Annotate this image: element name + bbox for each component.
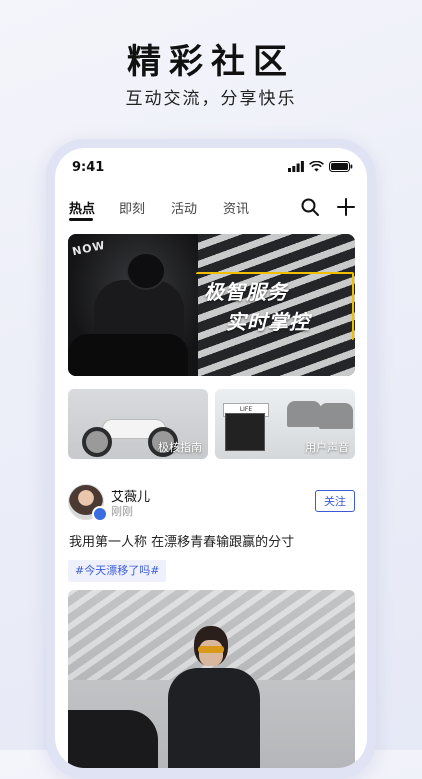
search-icon[interactable] [299, 196, 321, 218]
store-display [225, 413, 265, 451]
post-hashtag[interactable]: #今天漂移了吗# [68, 560, 167, 582]
person-coat [168, 668, 260, 768]
status-bar: 9:41 [55, 148, 367, 184]
hero-banner[interactable]: NOW 极智服务 实时掌控 [68, 234, 355, 376]
active-tab-indicator [69, 218, 93, 221]
rider-helmet [126, 252, 166, 290]
plus-icon[interactable] [335, 196, 357, 218]
card-guide[interactable]: 极核指南 [68, 389, 208, 459]
scooter-front-wheel [82, 427, 112, 457]
status-time: 9:41 [72, 160, 105, 175]
card-user-voice[interactable]: LIFE 用户声音 [215, 389, 355, 459]
card-user-voice-label: 用户声音 [305, 441, 349, 454]
chair-2 [319, 403, 353, 429]
tab-instant[interactable]: 即刻 [119, 198, 145, 217]
battery-icon [329, 161, 353, 172]
banner-line-2: 实时掌控 [226, 310, 310, 334]
follow-button[interactable]: 关注 [315, 490, 355, 512]
post-time: 刚刚 [111, 505, 133, 518]
verified-badge-icon [92, 506, 108, 522]
post-photo[interactable] [68, 590, 355, 768]
banner-line-1: 极智服务 [204, 280, 288, 304]
person-face [199, 640, 223, 666]
motorcycle [68, 334, 188, 376]
sunglasses [198, 646, 224, 653]
chair-1 [287, 401, 321, 427]
tab-events[interactable]: 活动 [171, 198, 197, 217]
card-guide-label: 极核指南 [158, 441, 202, 454]
motorcycle-front [68, 710, 158, 768]
wifi-icon [309, 161, 324, 172]
headline: 精彩社区 [127, 42, 295, 82]
nav-bar: 热点 即刻 活动 资讯 [55, 194, 367, 222]
tab-hot[interactable]: 热点 [69, 198, 95, 217]
post-header: 艾薇儿 刚刚 关注 [68, 484, 355, 522]
post-text: 我用第一人称 在漂移青春输跟赢的分寸 [69, 535, 295, 550]
subheadline: 互动交流，分享快乐 [125, 89, 297, 109]
tab-news[interactable]: 资讯 [223, 198, 249, 217]
signal-icon [288, 161, 304, 172]
status-icons [288, 161, 353, 172]
phone-screen: 9:41 热点 即刻 活动 资讯 NOW 极智服务 实时掌控 极核指南 LIFE… [55, 148, 367, 768]
